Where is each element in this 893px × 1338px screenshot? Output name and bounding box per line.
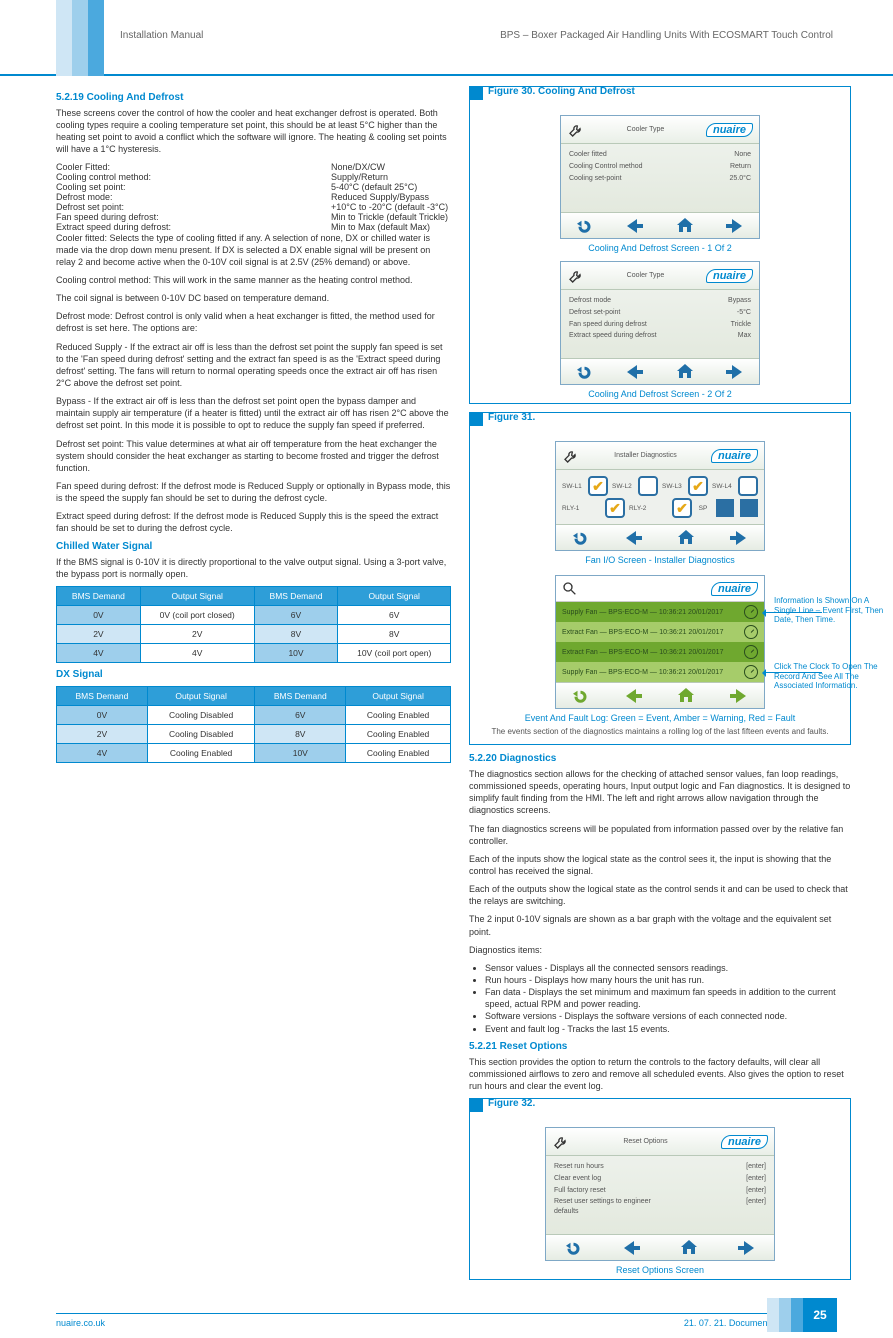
cooling-setpoint-para: The coil signal is between 0-10V DC base… <box>56 292 451 304</box>
clock-icon[interactable] <box>744 605 758 619</box>
cw-signal-title: Chilled Water Signal <box>56 541 451 552</box>
nuaire-logo: nuaire <box>706 123 753 137</box>
right-arrow-icon[interactable] <box>725 217 743 235</box>
diag-p2: The fan diagnostics screens will be popu… <box>469 823 851 847</box>
caption-32: Reset Options Screen <box>478 1265 842 1275</box>
device-screen-31a: Installer Diagnostics nuaire SW-L1SW-L2S… <box>555 441 765 551</box>
reduced-supply-para: Reduced Supply - If the extract air off … <box>56 341 451 390</box>
screen-title: Cooler Type <box>627 126 665 133</box>
back-icon[interactable] <box>573 529 591 547</box>
device-screen-30b: Cooler Type nuaire Defrost modeBypassDef… <box>560 261 760 385</box>
doc-type: Installation Manual <box>120 30 203 41</box>
caption-31a: Fan I/O Screen - Installer Diagnostics <box>478 555 842 565</box>
screen-title: Installer Diagnostics <box>614 452 677 459</box>
home-icon[interactable] <box>677 529 695 547</box>
dx-signal-table: BMS DemandOutput SignalBMS DemandOutput … <box>56 686 451 763</box>
back-icon[interactable] <box>566 1239 584 1257</box>
extract-defrost-para: Extract speed during defrost: If the def… <box>56 510 451 534</box>
home-icon[interactable] <box>676 217 694 235</box>
left-arrow-icon[interactable] <box>625 529 643 547</box>
left-arrow-icon[interactable] <box>625 687 643 705</box>
right-arrow-icon[interactable] <box>737 1239 755 1257</box>
annotation-top: Information Is Shown On A Single Line – … <box>774 596 884 625</box>
clock-icon[interactable] <box>744 625 758 639</box>
right-arrow-icon[interactable] <box>725 363 743 381</box>
bypass-para: Bypass - If the extract air off is less … <box>56 395 451 431</box>
home-icon[interactable] <box>676 363 694 381</box>
dx-signal-title: DX Signal <box>56 669 451 680</box>
section-5-2-21-title: 5.2.21 Reset Options <box>469 1041 851 1052</box>
left-arrow-icon[interactable] <box>623 1239 641 1257</box>
footer-url: nuaire.co.uk <box>56 1318 105 1328</box>
section-5-2-20-title: 5.2.20 Diagnostics <box>469 753 851 764</box>
doc-title: BPS – Boxer Packaged Air Handling Units … <box>500 30 833 41</box>
magnifier-icon <box>562 581 578 597</box>
nuaire-logo: nuaire <box>711 582 758 596</box>
left-arrow-icon[interactable] <box>626 217 644 235</box>
page-number: 25 <box>803 1298 837 1332</box>
nuaire-logo: nuaire <box>721 1135 768 1149</box>
back-icon[interactable] <box>573 687 591 705</box>
wrench-icon <box>567 267 585 285</box>
home-icon[interactable] <box>677 687 695 705</box>
left-arrow-icon[interactable] <box>626 363 644 381</box>
back-icon[interactable] <box>577 363 595 381</box>
reset-para: This section provides the option to retu… <box>469 1056 851 1092</box>
annotation-bottom: Click The Clock To Open The Record And S… <box>774 662 884 691</box>
section-5-2-19-title: 5.2.19 Cooling And Defrost <box>56 92 451 103</box>
nuaire-logo: nuaire <box>706 269 753 283</box>
diag-p5: The 2 input 0-10V signals are shown as a… <box>469 913 851 937</box>
caption-30b: Cooling And Defrost Screen - 2 Of 2 <box>478 389 842 399</box>
cw-signal-para: If the BMS signal is 0-10V it is directl… <box>56 556 451 580</box>
defrost-mode-para: Defrost mode: Defrost control is only va… <box>56 310 451 334</box>
cooler-fitted-para: Cooler fitted: Selects the type of cooli… <box>56 232 451 268</box>
figure-32-title: Figure 32. <box>488 1098 535 1109</box>
wrench-icon <box>567 121 585 139</box>
cw-signal-table: BMS DemandOutput SignalBMS DemandOutput … <box>56 586 451 663</box>
clock-icon[interactable] <box>744 665 758 679</box>
diag-items-list: Sensor values - Displays all the connect… <box>469 962 851 1035</box>
figure-30: Figure 30. Cooling And Defrost Cooler Ty… <box>469 86 851 404</box>
fan-defrost-para: Fan speed during defrost: If the defrost… <box>56 480 451 504</box>
wrench-icon <box>562 447 580 465</box>
wrench-icon <box>552 1133 570 1151</box>
cooling-method-para: Cooling control method: This will work i… <box>56 274 451 286</box>
device-screen-30a: Cooler Type nuaire Cooler fittedNoneCool… <box>560 115 760 239</box>
figure-32: Figure 32. Reset Options nuaire Reset ru… <box>469 1098 851 1280</box>
caption-30a: Cooling And Defrost Screen - 1 Of 2 <box>478 243 842 253</box>
device-screen-32: Reset Options nuaire Reset run hours[ent… <box>545 1127 775 1261</box>
nuaire-logo: nuaire <box>711 449 758 463</box>
right-arrow-icon[interactable] <box>729 687 747 705</box>
device-screen-31b: nuaire Supply Fan — BPS-ECO-M — 10:36:21… <box>555 575 765 709</box>
diag-p1: The diagnostics section allows for the c… <box>469 768 851 817</box>
screen-title: Reset Options <box>623 1138 667 1145</box>
back-icon[interactable] <box>577 217 595 235</box>
diag-p4: Each of the outputs show the logical sta… <box>469 883 851 907</box>
intro-para: These screens cover the control of how t… <box>56 107 451 156</box>
screen-title: Cooler Type <box>627 272 665 279</box>
caption-31b: Event And Fault Log: Green = Event, Ambe… <box>478 713 842 723</box>
diag-items-intro: Diagnostics items: <box>469 944 851 956</box>
figure-31-title: Figure 31. <box>488 412 535 423</box>
defrost-setpoint-para: Defrost set point: This value determines… <box>56 438 451 474</box>
settings-list: Cooler Fitted:None/DX/CWCooling control … <box>56 162 451 232</box>
home-icon[interactable] <box>680 1239 698 1257</box>
right-arrow-icon[interactable] <box>729 529 747 547</box>
caption-31b-sub: The events section of the diagnostics ma… <box>478 727 842 736</box>
diag-p3: Each of the inputs show the logical stat… <box>469 853 851 877</box>
clock-icon[interactable] <box>744 645 758 659</box>
figure-30-title: Figure 30. Cooling And Defrost <box>488 86 635 97</box>
figure-31: Figure 31. Installer Diagnostics nuaire … <box>469 412 851 745</box>
